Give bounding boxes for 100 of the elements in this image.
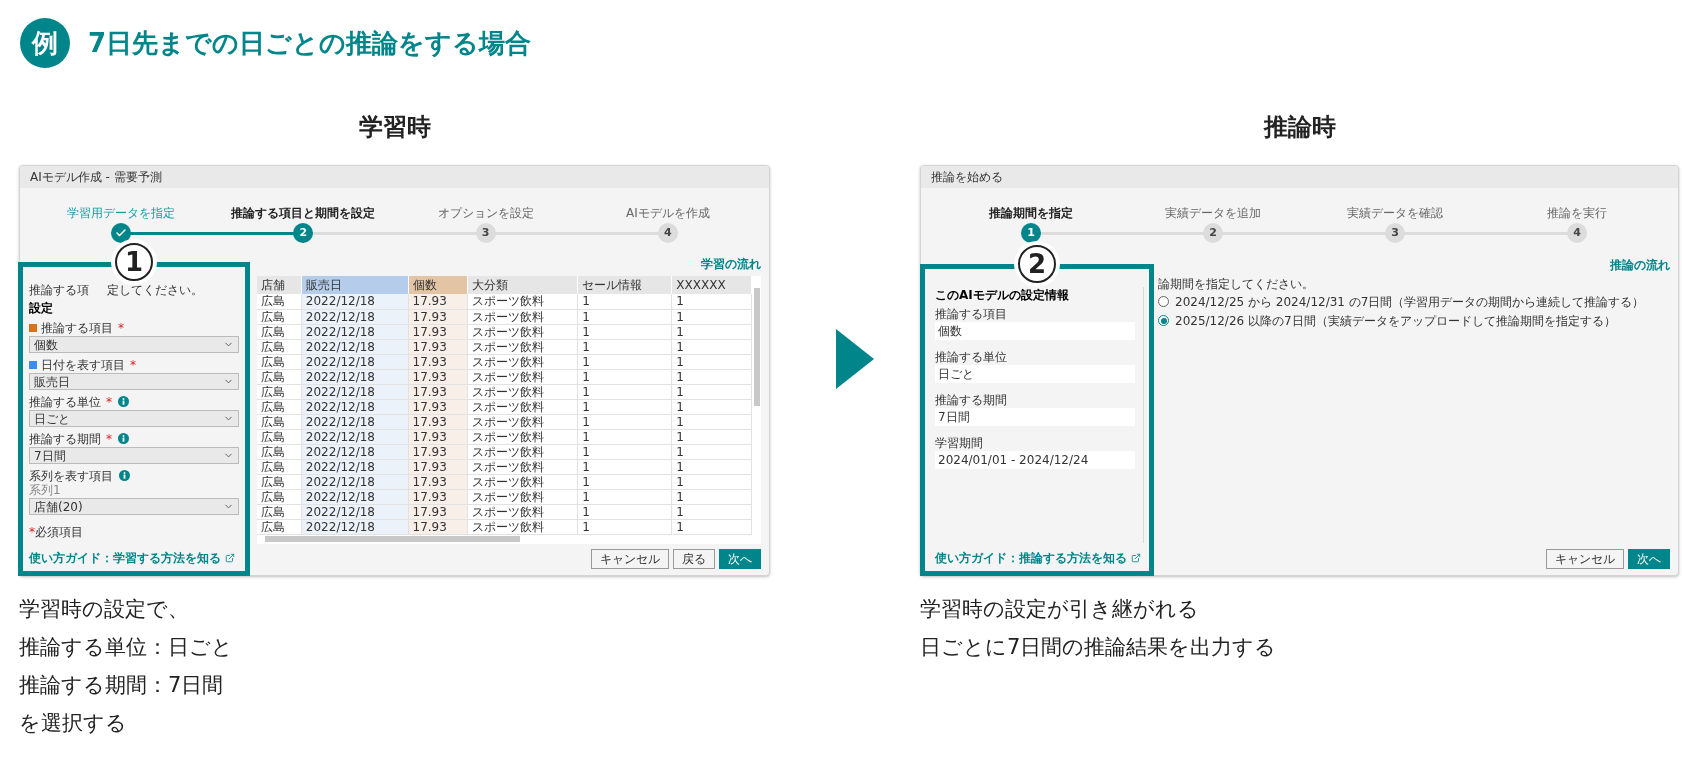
table-cell: 広島 [257, 519, 302, 534]
select-field[interactable]: 日ごと [29, 410, 239, 427]
table-cell: 1 [671, 504, 752, 519]
table-cell: 1 [671, 354, 752, 369]
field-label: 推論する期間 [935, 392, 1007, 408]
table-cell: 広島 [257, 399, 302, 414]
table-cell: 1 [671, 339, 752, 354]
step-indicator: 2 [293, 223, 314, 243]
table-cell: 17.93 [408, 324, 468, 339]
table-cell: 1 [671, 294, 752, 309]
required-mark: * [130, 356, 136, 374]
table-cell: 1 [577, 399, 672, 414]
step-label: 実績データを追加 [1165, 205, 1261, 220]
table-cell: 広島 [257, 504, 302, 519]
table-cell: スポーツ飲料 [467, 519, 578, 534]
dialog-button[interactable]: 次へ [719, 549, 761, 569]
select-field[interactable]: 販売日 [29, 373, 239, 390]
caption-line: 学習時の設定で、 [19, 596, 189, 623]
select-field[interactable]: 店舗(20) [29, 498, 239, 515]
flow-link[interactable]: 学習の流れ [701, 255, 761, 273]
table-cell: スポーツ飲料 [467, 414, 578, 429]
table-cell: 17.93 [408, 414, 468, 429]
table-cell: 2022/12/18 [301, 354, 408, 369]
table-cell: 1 [671, 489, 752, 504]
field-sublabel: 系列1 [29, 483, 61, 497]
info-icon[interactable] [118, 433, 129, 444]
table-cell: 1 [671, 309, 752, 324]
table-cell: 1 [577, 444, 672, 459]
table-cell: 1 [577, 414, 672, 429]
dialog-button[interactable]: 次へ [1628, 549, 1670, 569]
select-field[interactable]: 個数 [29, 336, 239, 353]
window-title-bar: 推論を始める [921, 166, 1678, 188]
caption-line: 日ごとに7日間の推論結果を出力する [920, 634, 1277, 661]
table-cell: 1 [577, 324, 672, 339]
info-icon[interactable] [118, 396, 129, 407]
step-indicator: 3 [1385, 223, 1405, 243]
table-cell: 17.93 [408, 384, 468, 399]
table-cell: 2022/12/18 [301, 399, 408, 414]
required-note: 必須項目 [35, 524, 83, 541]
table-cell: 広島 [257, 429, 302, 444]
required-mark: * [106, 430, 112, 448]
table-cell: 広島 [257, 384, 302, 399]
table-cell: 広島 [257, 309, 302, 324]
table-cell: 2022/12/18 [301, 474, 408, 489]
table-cell: 1 [577, 339, 672, 354]
table-cell: 17.93 [408, 519, 468, 534]
annotation-number-badge: 2 [1018, 245, 1056, 283]
dialog-button[interactable]: 戻る [673, 549, 715, 569]
required-mark: * [106, 393, 112, 411]
section-heading: このAIモデルの設定情報 [935, 287, 1069, 303]
table-cell: 17.93 [408, 429, 468, 444]
table-cell: 2022/12/18 [301, 294, 408, 309]
step-indicator: 2 [1203, 223, 1223, 243]
column-header[interactable]: 店舗 [257, 276, 302, 294]
column-header[interactable]: XXXXXX [671, 276, 752, 294]
dialog-button[interactable]: キャンセル [1546, 549, 1624, 569]
readonly-field: 7日間 [935, 408, 1135, 426]
instruction-text: 推論する項 [29, 283, 89, 298]
table-cell: 1 [671, 324, 752, 339]
table-cell: 1 [671, 444, 752, 459]
guide-link[interactable]: 使い方ガイド：推論する方法を知る [935, 549, 1127, 567]
table-cell: 1 [671, 414, 752, 429]
step-label: AIモデルを作成 [626, 205, 710, 220]
table-cell: 広島 [257, 474, 302, 489]
table-cell: スポーツ飲料 [467, 459, 578, 474]
table-cell: 17.93 [408, 444, 468, 459]
horizontal-scrollbar[interactable] [257, 534, 761, 544]
field-label: 推論する項目 [41, 319, 113, 337]
table-cell: 2022/12/18 [301, 414, 408, 429]
window-title-bar: AIモデル作成 - 需要予測 [20, 166, 769, 188]
guide-link[interactable]: 使い方ガイド：学習する方法を知る [29, 549, 221, 567]
radio-option[interactable]: 2025/12/26 以降の7日間（実績データをアップロードして推論期間を指定する） [1158, 311, 1616, 330]
column-header[interactable]: 大分類 [467, 276, 578, 294]
table-cell: 2022/12/18 [301, 309, 408, 324]
table-cell: 広島 [257, 354, 302, 369]
column-header[interactable]: 個数 [408, 276, 468, 294]
table-cell: スポーツ飲料 [467, 504, 578, 519]
example-badge: 例 [20, 18, 70, 68]
radio-option[interactable]: 2024/12/25 から 2024/12/31 の7日間（学習用データの期間から連続して推論する） [1158, 292, 1645, 311]
column-header[interactable]: セール情報 [577, 276, 672, 294]
table-cell: 2022/12/18 [301, 489, 408, 504]
step-indicator: 3 [475, 223, 496, 243]
table-cell: 1 [577, 309, 672, 324]
dialog-button[interactable]: キャンセル [591, 549, 669, 569]
field-label: 推論する期間 [29, 430, 101, 448]
table-cell: 17.93 [408, 399, 468, 414]
caption-line: 推論する期間：7日間 [19, 672, 224, 699]
flow-link[interactable]: 推論の流れ [1610, 256, 1670, 274]
table-cell: 広島 [257, 294, 302, 309]
table-cell: 1 [577, 294, 672, 309]
table-cell: 1 [577, 369, 672, 384]
info-icon[interactable] [119, 470, 130, 481]
required-mark: * [29, 524, 35, 541]
table-cell: スポーツ飲料 [467, 369, 578, 384]
section-heading: 設定 [29, 300, 53, 316]
select-field[interactable]: 7日間 [29, 447, 239, 464]
column-header[interactable]: 販売日 [301, 276, 408, 294]
table-cell: 17.93 [408, 294, 468, 309]
step-indicator: 4 [657, 223, 678, 243]
table-cell: 広島 [257, 414, 302, 429]
